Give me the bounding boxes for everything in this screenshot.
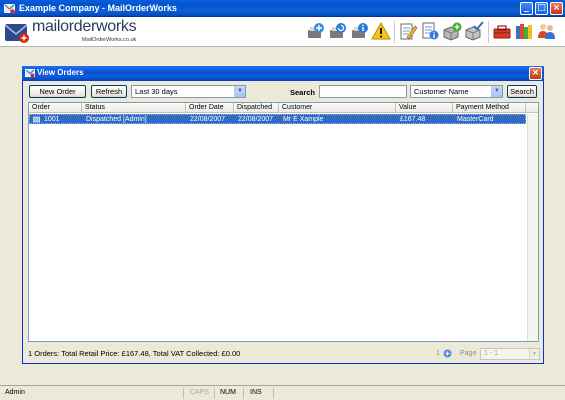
cell-dispatched: 22/08/2007 bbox=[238, 116, 274, 123]
cell-order-date: 22/08/2007 bbox=[190, 116, 226, 123]
logo-subtext: MailOrderWorks.co.uk bbox=[82, 37, 137, 43]
orders-summary: 1 Orders: Total Retail Price: £167.48, T… bbox=[28, 349, 241, 358]
window-title: Example Company - MailOrderWorks bbox=[19, 3, 177, 13]
status-divider bbox=[243, 388, 244, 399]
status-user: Admin bbox=[5, 389, 25, 396]
grid-vertical-scrollbar[interactable] bbox=[527, 114, 538, 341]
status-divider bbox=[214, 388, 215, 399]
app-header: mailorderworks MailOrderWorks.co.uk bbox=[0, 17, 565, 47]
maximize-button[interactable]: □ bbox=[535, 2, 548, 15]
column-header-dispatched[interactable]: Dispatched bbox=[234, 103, 279, 113]
search-field-value: Customer Name bbox=[414, 87, 469, 96]
users-icon[interactable] bbox=[536, 21, 556, 41]
column-header-order-date[interactable]: Order Date bbox=[186, 103, 234, 113]
cell-order: 1001 bbox=[44, 116, 60, 123]
warning-icon[interactable] bbox=[371, 21, 391, 41]
column-header-value[interactable]: Value bbox=[396, 103, 453, 113]
cell-status: Dispatched [Admin] bbox=[86, 116, 147, 123]
pager-count: 1 bbox=[436, 350, 440, 357]
orders-grid[interactable]: Order Status Order Date Dispatched Custo… bbox=[28, 102, 539, 342]
status-divider bbox=[183, 388, 184, 399]
status-bar: Admin CAPS NUM INS bbox=[0, 385, 565, 400]
chevron-down-icon[interactable]: ▼ bbox=[529, 349, 539, 359]
view-orders-title-bar[interactable]: View Orders × bbox=[22, 66, 544, 81]
table-row[interactable]: 1001 Dispatched [Admin] 22/08/2007 22/08… bbox=[29, 114, 526, 124]
column-header-status[interactable]: Status bbox=[82, 103, 186, 113]
search-field-select[interactable]: Customer Name ▼ bbox=[410, 85, 503, 98]
chevron-down-icon[interactable]: ▼ bbox=[491, 86, 502, 97]
app-icon bbox=[4, 4, 15, 14]
search-input[interactable] bbox=[319, 85, 407, 98]
cell-value: £167.48 bbox=[400, 116, 426, 123]
grid-header: Order Status Order Date Dispatched Custo… bbox=[29, 103, 538, 113]
globe-refresh-icon[interactable] bbox=[327, 21, 347, 41]
cell-payment-method: MasterCard bbox=[457, 116, 494, 123]
page-select-value: 1 - 1 bbox=[484, 350, 499, 357]
globe-info-icon[interactable] bbox=[349, 21, 369, 41]
refresh-button[interactable]: Refresh bbox=[91, 85, 127, 98]
notepad-edit-icon[interactable] bbox=[398, 21, 418, 41]
status-ins: INS bbox=[250, 389, 262, 396]
logo-envelope-icon bbox=[4, 24, 29, 43]
period-select-value: Last 30 days bbox=[135, 87, 178, 96]
order-status-icon bbox=[33, 116, 40, 123]
toolbar-separator bbox=[394, 21, 395, 43]
books-icon[interactable] bbox=[514, 21, 534, 41]
status-num: NUM bbox=[220, 389, 236, 396]
minimize-button[interactable]: _ bbox=[520, 2, 533, 15]
period-select[interactable]: Last 30 days ▼ bbox=[131, 85, 246, 98]
page-select[interactable]: 1 - 1 ▼ bbox=[480, 348, 540, 360]
box-add-icon[interactable] bbox=[442, 21, 462, 41]
view-orders-close-button[interactable]: × bbox=[529, 67, 542, 80]
toolbar-separator bbox=[488, 21, 489, 43]
logo-text: mailorderworks bbox=[32, 18, 137, 35]
view-orders-title: View Orders bbox=[37, 68, 84, 77]
search-label: Search bbox=[290, 88, 316, 97]
view-orders-icon bbox=[25, 69, 35, 78]
column-header-payment-method[interactable]: Payment Method bbox=[453, 103, 526, 113]
column-header-customer[interactable]: Customer bbox=[279, 103, 396, 113]
pager-info-icon[interactable] bbox=[443, 349, 452, 358]
status-divider bbox=[273, 388, 274, 399]
toolbox-icon[interactable] bbox=[492, 21, 512, 41]
box-check-icon[interactable] bbox=[464, 21, 484, 41]
close-button[interactable]: × bbox=[550, 2, 563, 15]
status-caps: CAPS bbox=[190, 389, 210, 396]
page-label: Page bbox=[460, 350, 477, 357]
cell-customer: Mr E Xample bbox=[283, 116, 324, 123]
chevron-down-icon[interactable]: ▼ bbox=[234, 86, 245, 97]
window-title-bar[interactable]: Example Company - MailOrderWorks _ □ × bbox=[0, 0, 565, 17]
column-header-order[interactable]: Order bbox=[29, 103, 82, 113]
search-button[interactable]: Search bbox=[507, 85, 537, 98]
globe-add-icon[interactable] bbox=[305, 21, 325, 41]
document-info-icon[interactable] bbox=[420, 21, 440, 41]
new-order-button[interactable]: New Order bbox=[29, 85, 86, 98]
